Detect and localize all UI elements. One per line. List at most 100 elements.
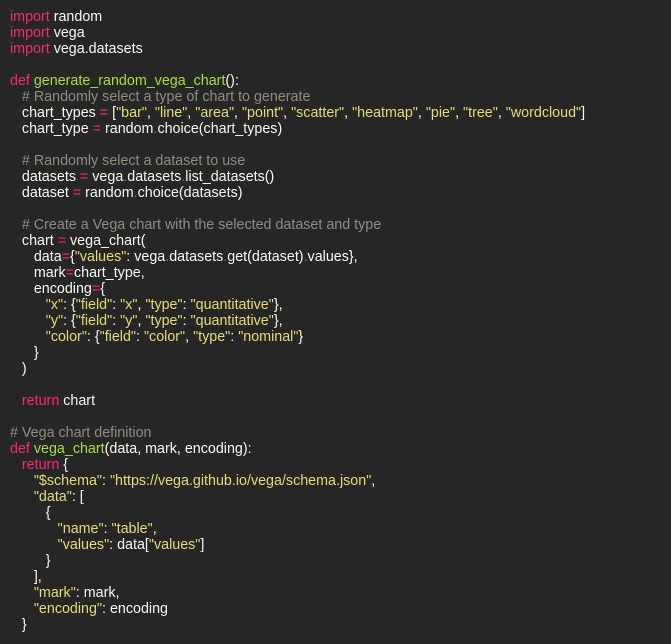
code-token: random [49,9,103,25]
string-token: "type" [145,313,183,329]
operator-token: = [99,105,109,121]
code-line: return chart [10,393,671,409]
string-token: "x" [120,297,138,313]
string-token: "nominal" [238,329,299,345]
comment-token: # Randomly select a dataset to use [21,153,246,169]
code-token: datasets [10,169,80,185]
keyword-token: import [10,9,50,25]
code-token: [ [108,105,117,121]
code-token: , [344,105,353,121]
string-token: "$schema" [33,473,103,489]
code-line: chart = vega_chart( [10,233,671,249]
code-line: "$schema": "https://vega.github.io/vega/… [10,473,671,489]
string-token: "color" [45,329,87,345]
keyword-token: import [10,25,50,41]
code-token: chart [59,393,96,409]
string-token: "name" [57,521,104,537]
code-token: (data, mark, encoding): [104,441,252,457]
code-token: random [101,121,154,137]
code-token: , [283,105,292,121]
code-token: list_datasets() [185,169,275,185]
code-token: ], [10,569,42,585]
keyword-token: def [10,441,34,457]
code-line: } [10,345,671,361]
string-token: "quantitative" [190,313,274,329]
string-token: "scatter" [291,105,345,121]
string-token: "data" [33,489,72,505]
code-token: dataset [10,185,73,201]
string-token: "y" [45,313,64,329]
string-token: "point" [241,105,284,121]
code-token: , [234,105,242,121]
string-token: "https://vega.github.io/vega/schema.json… [109,473,372,489]
string-token: "wordcloud" [505,105,582,121]
code-line: ], [10,569,671,585]
code-token: } [10,617,27,633]
code-token: , [497,105,506,121]
operator-token: = [92,121,102,137]
operator-token: = [61,249,71,265]
code-token: : [136,329,144,345]
code-token: : [230,329,239,345]
code-token: datasets [127,169,182,185]
code-line: encoding={ [10,281,671,297]
code-line: datasets = vega.datasets.list_datasets() [10,169,671,185]
code-token: ] [200,537,205,553]
string-token: "values" [74,249,127,265]
operator-token: = [72,185,82,201]
code-line: # Vega chart definition [10,425,671,441]
code-token: choice(chart_types) [157,121,283,137]
function-name-token: generate_random_vega_chart [33,73,226,89]
code-token: : data[ [109,537,149,553]
string-token: "tree" [463,105,498,121]
code-token: : mark, [75,585,120,601]
code-line: import random [10,9,671,25]
code-token: (): [225,73,239,89]
code-token: : [ [71,489,84,505]
code-line: dataset = random.choice(datasets) [10,185,671,201]
code-token: choice(datasets) [137,185,243,201]
code-line: "x": {"field": "x", "type": "quantitativ… [10,297,671,313]
string-token: "table" [111,521,153,537]
code-line: "color": {"field": "color", "type": "nom… [10,329,671,345]
string-token: "y" [120,313,138,329]
code-token: : { [63,297,76,313]
code-line: import vega.datasets [10,41,671,57]
code-line: { [10,505,671,521]
code-token: } [10,345,39,361]
keyword-token: import [10,41,50,57]
code-editor[interactable]: import random import vega import vega.data… [10,9,671,633]
code-token: { [10,505,51,521]
code-line: chart_type = random.choice(chart_types) [10,121,671,137]
operator-token: = [65,265,74,281]
code-token: : vega [126,249,166,265]
code-token: vega.datasets [49,41,143,57]
code-token: vega [88,169,124,185]
code-line: "mark": mark, [10,585,671,601]
code-token: { [100,281,106,297]
string-token: "pie" [425,105,456,121]
code-token: get(dataset) [227,249,304,265]
comment-token: # Create a Vega chart with the selected … [21,217,382,233]
code-token: mark [10,265,66,281]
code-token: datasets [169,249,224,265]
code-line: def vega_chart(data, mark, encoding): [10,441,671,457]
string-token: "type" [193,329,231,345]
code-token: chart_types [10,105,100,121]
code-line: # Randomly select a dataset to use [10,153,671,169]
code-token: : [112,297,121,313]
code-line: "values": data["values"] [10,537,671,553]
